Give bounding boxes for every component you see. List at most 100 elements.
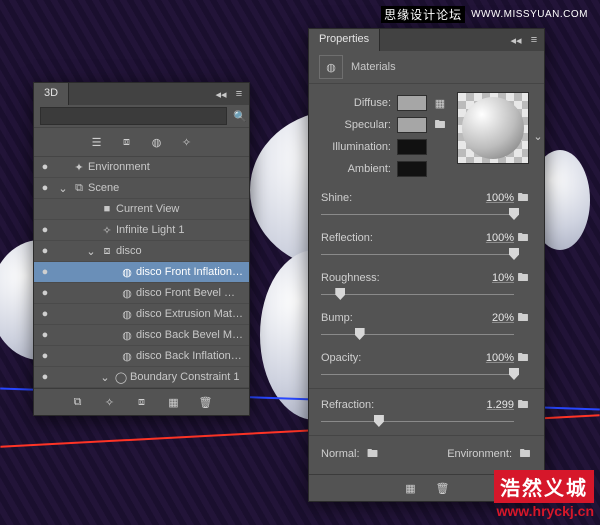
- tree-row[interactable]: ● ◍disco Front Inflation Mat...: [34, 262, 249, 283]
- properties-header: ◍ Materials: [309, 51, 544, 84]
- search-input-3d[interactable]: [40, 107, 227, 125]
- slider-refraction[interactable]: [321, 415, 514, 427]
- item-type-icon: ◍: [118, 308, 136, 321]
- visibility-icon[interactable]: ●: [34, 182, 56, 194]
- tree-3d: ●✦Environment●⌄⧉Scene■Current View●✧Infi…: [34, 157, 249, 388]
- folder-environment-icon[interactable]: 🖿: [518, 447, 532, 461]
- texture-diffuse-icon[interactable]: ▦: [433, 96, 447, 110]
- tree-row[interactable]: ●◍disco Back Inflation Mate...: [34, 346, 249, 367]
- twisty-icon[interactable]: ⌄: [56, 182, 70, 195]
- tree-row[interactable]: ●◍disco Front Bevel Material: [34, 283, 249, 304]
- twisty-icon[interactable]: ⌄: [84, 245, 98, 258]
- label-illumination: Illumination:: [321, 141, 391, 153]
- footer-scene-icon[interactable]: ⧉: [70, 394, 86, 410]
- item-type-icon: ◍: [118, 266, 136, 279]
- footer-render-icon[interactable]: ▦: [403, 480, 419, 496]
- label-refraction: Refraction:: [321, 399, 464, 411]
- tree-row[interactable]: ■Current View: [34, 199, 249, 220]
- slider-track[interactable]: [321, 288, 514, 300]
- label-specular: Specular:: [321, 119, 391, 131]
- label-environment: Environment:: [447, 448, 512, 460]
- slider-value[interactable]: 20%: [464, 312, 514, 324]
- slider-track[interactable]: [321, 328, 514, 340]
- tree-item-label: disco Front Inflation Mat...: [136, 266, 243, 278]
- visibility-icon[interactable]: ●: [34, 287, 56, 299]
- slider-value[interactable]: 100%: [464, 192, 514, 204]
- menu-icon[interactable]: ≡: [233, 88, 245, 100]
- folder-normal-icon[interactable]: 🖿: [366, 447, 380, 461]
- visibility-icon[interactable]: ●: [34, 308, 56, 320]
- material-icon: ◍: [319, 55, 343, 79]
- tree-row[interactable]: ● ⌄◯Boundary Constraint 1: [34, 367, 249, 388]
- item-type-icon: ⧉: [70, 182, 88, 195]
- value-refraction[interactable]: 1.299: [464, 399, 514, 411]
- visibility-icon[interactable]: ●: [34, 245, 56, 257]
- slider-track[interactable]: [321, 248, 514, 260]
- tab-3d[interactable]: 3D: [34, 83, 69, 105]
- filter-material-icon[interactable]: ◍: [149, 134, 165, 150]
- tree-row[interactable]: ●⌄⧉Scene: [34, 178, 249, 199]
- filter-light-icon[interactable]: ✧: [179, 134, 195, 150]
- filter-mesh-icon[interactable]: ⧈: [119, 134, 135, 150]
- swatch-diffuse[interactable]: [397, 95, 427, 111]
- twisty-icon[interactable]: ⌄: [98, 371, 112, 384]
- visibility-icon[interactable]: ●: [34, 350, 56, 362]
- watermark-logo: 浩然义城: [494, 470, 594, 503]
- filter-row-3d: ☰ ⧈ ◍ ✧: [34, 128, 249, 157]
- item-type-icon: ◯: [112, 371, 130, 384]
- folder-refraction-icon[interactable]: 🖿: [514, 396, 532, 415]
- tab-properties[interactable]: Properties: [309, 29, 380, 51]
- search-icon[interactable]: 🔍: [233, 108, 247, 124]
- folder-icon[interactable]: 🖿: [514, 349, 532, 368]
- swatch-illumination[interactable]: [397, 139, 427, 155]
- slider-value[interactable]: 100%: [464, 232, 514, 244]
- footer-render-icon[interactable]: ▦: [166, 394, 182, 410]
- item-type-icon: ◍: [118, 287, 136, 300]
- swatch-ambient[interactable]: [397, 161, 427, 177]
- tree-item-label: disco Back Bevel Material: [136, 329, 243, 341]
- folder-icon[interactable]: 🖿: [514, 309, 532, 328]
- item-type-icon: ⧈: [98, 245, 116, 258]
- tree-item-label: Current View: [116, 203, 243, 215]
- label-diffuse: Diffuse:: [321, 97, 391, 109]
- visibility-icon[interactable]: ●: [34, 329, 56, 341]
- tree-item-label: Scene: [88, 182, 243, 194]
- footer-light-icon[interactable]: ✧: [102, 394, 118, 410]
- slider-value[interactable]: 100%: [464, 352, 514, 364]
- tree-row[interactable]: ●✧Infinite Light 1: [34, 220, 249, 241]
- slider-track[interactable]: [321, 208, 514, 220]
- tree-row[interactable]: ●◍disco Extrusion Material: [34, 304, 249, 325]
- material-preview[interactable]: [457, 92, 529, 164]
- collapse-icon[interactable]: ◂◂: [215, 88, 227, 101]
- trash-icon[interactable]: 🗑: [435, 480, 451, 496]
- menu-icon[interactable]: ≡: [528, 34, 540, 46]
- folder-icon[interactable]: 🖿: [514, 269, 532, 288]
- tree-row[interactable]: ● ⌄⧈disco: [34, 241, 249, 262]
- slider-value[interactable]: 10%: [464, 272, 514, 284]
- preview-dropdown-icon[interactable]: ⌄: [531, 129, 545, 143]
- slider-track[interactable]: [321, 368, 514, 380]
- folder-icon[interactable]: 🖿: [514, 229, 532, 248]
- label-normal: Normal:: [321, 448, 360, 460]
- trash-icon[interactable]: 🗑: [198, 394, 214, 410]
- swatch-specular[interactable]: [397, 117, 427, 133]
- tree-row[interactable]: ●✦Environment: [34, 157, 249, 178]
- collapse-icon[interactable]: ◂◂: [510, 34, 522, 47]
- folder-specular-icon[interactable]: 🖿: [433, 118, 447, 132]
- watermark-top-cn: 思缘设计论坛: [381, 6, 465, 23]
- visibility-icon[interactable]: ●: [34, 266, 56, 278]
- tree-footer: ⧉ ✧ ⧈ ▦ 🗑: [34, 388, 249, 415]
- item-type-icon: ◍: [118, 350, 136, 363]
- tree-item-label: Boundary Constraint 1: [130, 371, 243, 383]
- visibility-icon[interactable]: ●: [34, 161, 56, 173]
- visibility-icon[interactable]: ●: [34, 371, 56, 383]
- visibility-icon[interactable]: ●: [34, 224, 56, 236]
- footer-camera-icon[interactable]: ⧈: [134, 394, 150, 410]
- watermark-url: www.hryckj.cn: [494, 503, 594, 519]
- tree-item-label: disco: [116, 245, 243, 257]
- slider-label: Roughness:: [321, 272, 464, 284]
- slider-label: Shine:: [321, 192, 464, 204]
- folder-icon[interactable]: 🖿: [514, 189, 532, 208]
- filter-all-icon[interactable]: ☰: [89, 134, 105, 150]
- tree-row[interactable]: ●◍disco Back Bevel Material: [34, 325, 249, 346]
